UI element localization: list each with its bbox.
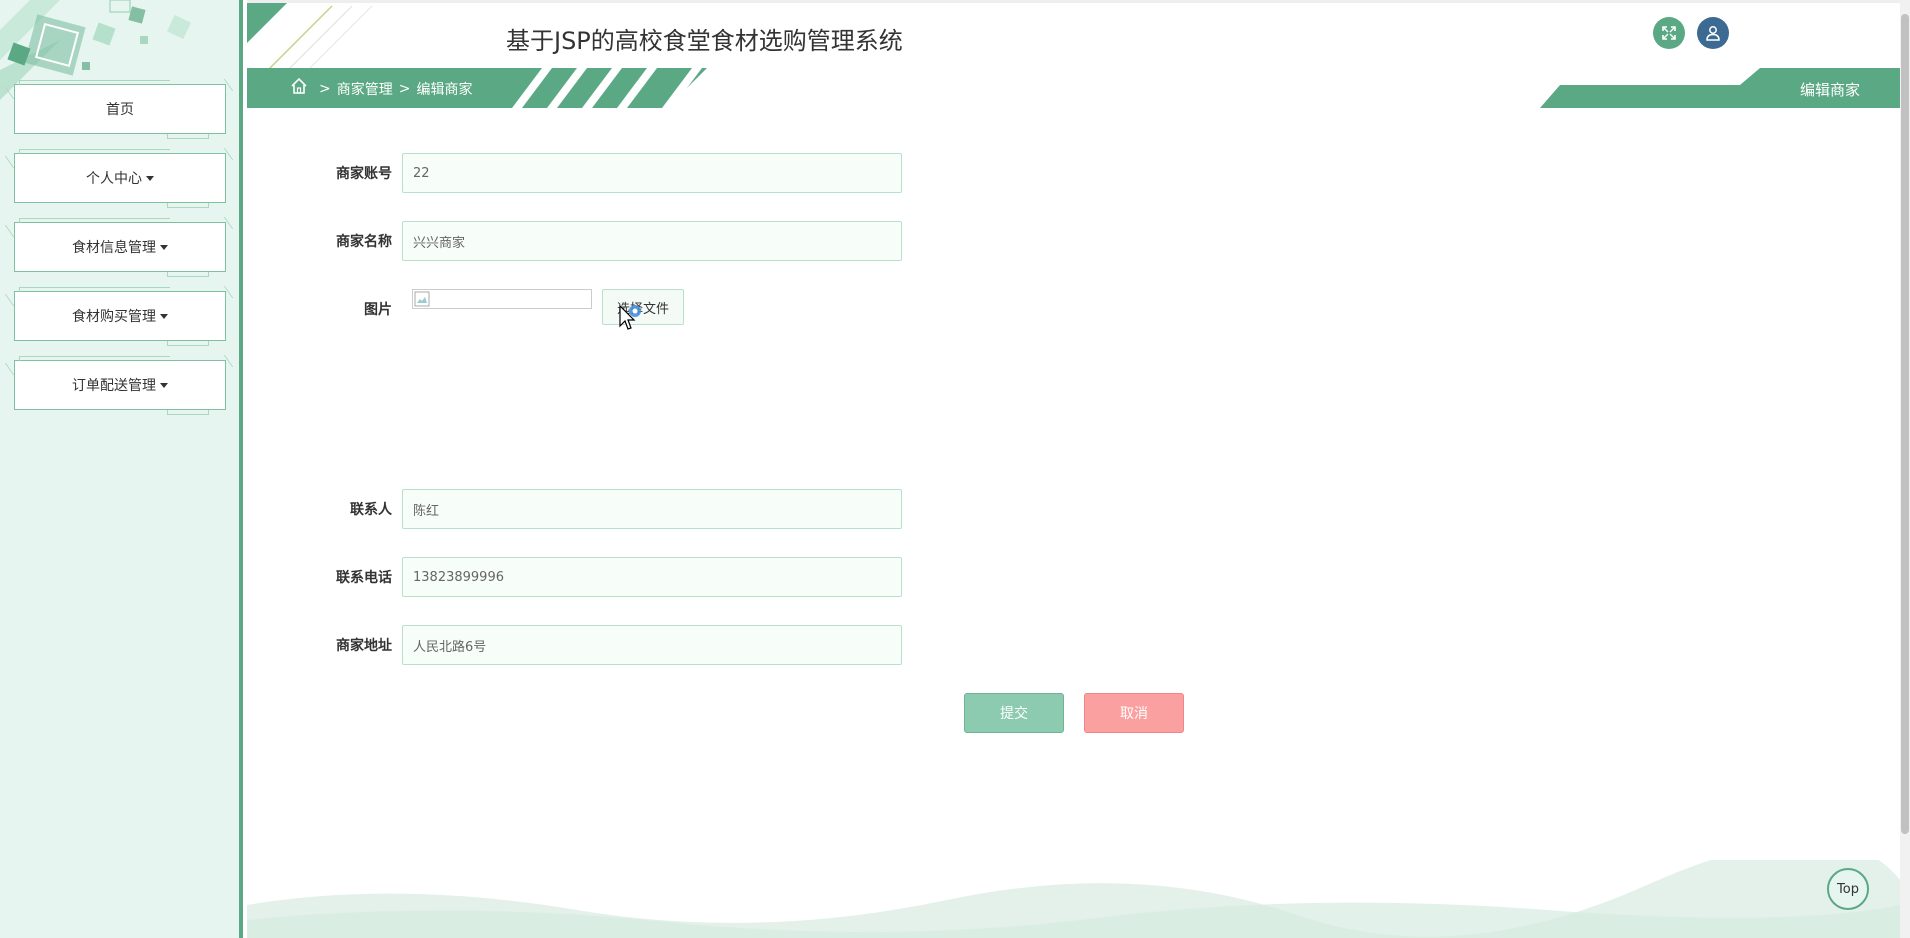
sidebar-item-label: 订单配送管理 [72, 378, 156, 394]
sidebar-item-personal-center[interactable]: 个人中心 [4, 148, 234, 208]
image-label: 图片 [364, 302, 392, 318]
breadcrumb-background [247, 68, 707, 108]
contact-label: 联系人 [350, 502, 392, 518]
cancel-button[interactable]: 取消 [1084, 693, 1184, 733]
caret-down-icon [160, 244, 168, 250]
breadcrumb-edit-merchant: 编辑商家 [416, 82, 473, 98]
sidebar: 首页 个人中心 食材信息管理 食材购买管理 订单配送管理 [0, 0, 243, 938]
sidebar-item-label: 食材购买管理 [72, 309, 156, 325]
user-icon [1706, 26, 1720, 41]
sidebar-item-order-delivery[interactable]: 订单配送管理 [4, 355, 234, 415]
home-icon[interactable] [289, 76, 309, 96]
sidebar-item-ingredient-purchase[interactable]: 食材购买管理 [4, 286, 234, 346]
sidebar-item-label: 食材信息管理 [72, 240, 156, 256]
submit-button[interactable]: 提交 [964, 693, 1064, 733]
form-row-account: 商家账号 [300, 153, 902, 193]
top-header: 基于JSP的高校食堂食材选购管理系统 [247, 0, 1900, 71]
caret-down-icon [160, 313, 168, 319]
form-row-address: 商家地址 [300, 625, 902, 665]
menu-corner-decoration [4, 225, 27, 237]
breadcrumb-separator: > [319, 81, 331, 97]
menu-corner-decoration [211, 286, 234, 298]
menu-corner-decoration [211, 148, 234, 160]
fullscreen-button[interactable] [1653, 17, 1685, 49]
choose-file-button[interactable]: 选择文件 [602, 289, 684, 325]
sidebar-item-ingredient-info[interactable]: 食材信息管理 [4, 217, 234, 277]
breadcrumb: > 商家管理 > 编辑商家 [319, 79, 472, 99]
caret-down-icon [160, 382, 168, 388]
merchant-name-input[interactable] [402, 221, 902, 261]
mouse-cursor-icon [619, 304, 641, 330]
page-tag: 编辑商家 [1799, 81, 1860, 99]
scrollbar[interactable] [1900, 0, 1910, 938]
form-row-phone: 联系电话 [300, 557, 902, 597]
form-row-name: 商家名称 [300, 221, 902, 261]
expand-icon [1662, 26, 1676, 40]
menu-corner-decoration [4, 363, 27, 375]
menu-corner-decoration [211, 217, 234, 229]
account-input[interactable] [402, 153, 902, 193]
contact-input[interactable] [402, 489, 902, 529]
address-input[interactable] [402, 625, 902, 665]
phone-label: 联系电话 [336, 570, 392, 586]
header-decoration [247, 3, 373, 71]
account-label: 商家账号 [336, 166, 392, 182]
menu-corner-decoration [4, 156, 27, 168]
broken-image-icon [414, 291, 430, 307]
system-title: 基于JSP的高校食堂食材选购管理系统 [506, 27, 903, 55]
sidebar-item-home[interactable]: 首页 [4, 79, 234, 139]
form-row-contact: 联系人 [300, 489, 902, 529]
bottom-wave-decoration [247, 860, 1900, 938]
breadcrumb-merchant-management[interactable]: 商家管理 [337, 79, 393, 99]
menu-corner-decoration [4, 294, 27, 306]
breadcrumb-separator: > [398, 81, 411, 97]
caret-down-icon [146, 175, 154, 181]
user-button[interactable] [1697, 17, 1729, 49]
address-label: 商家地址 [336, 638, 392, 654]
sidebar-item-label: 个人中心 [86, 171, 142, 187]
breadcrumb-bar: > 商家管理 > 编辑商家 编辑商家 [247, 68, 1900, 108]
scrollbar-thumb[interactable] [1901, 14, 1909, 834]
image-preview [412, 289, 592, 309]
phone-input[interactable] [402, 557, 902, 597]
sidebar-item-label: 首页 [106, 102, 134, 118]
menu-corner-decoration [211, 355, 234, 367]
form-row-image: 图片 [300, 289, 402, 329]
name-label: 商家名称 [336, 234, 392, 250]
back-to-top-button[interactable]: Top [1827, 868, 1869, 910]
